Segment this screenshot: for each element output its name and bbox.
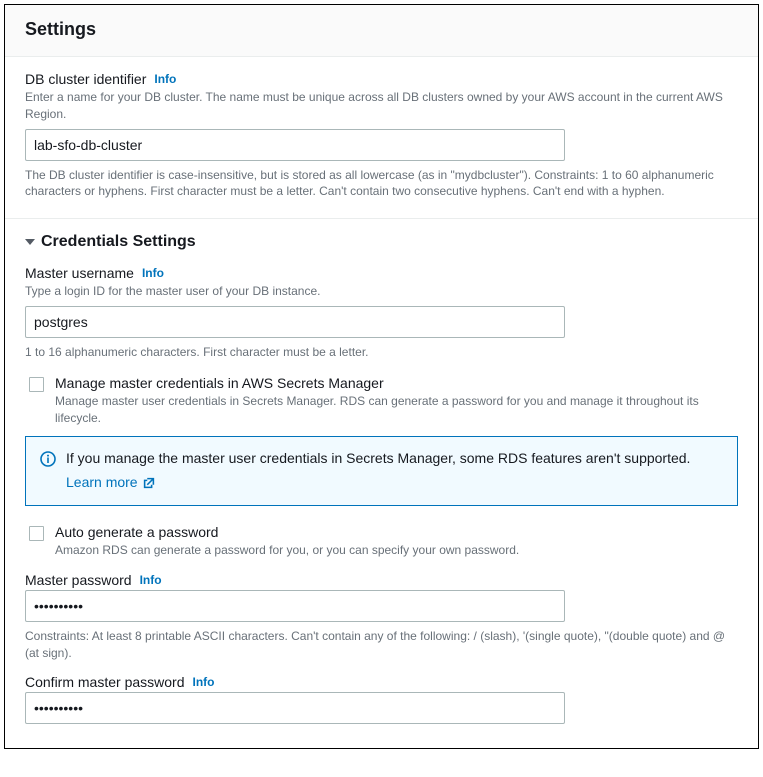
master-password-info-link[interactable]: Info — [140, 573, 162, 587]
auto-generate-password-checkbox[interactable] — [29, 526, 44, 541]
auto-generate-password-block: Auto generate a password Amazon RDS can … — [25, 524, 738, 559]
info-icon — [40, 451, 56, 492]
db-cluster-identifier-description: Enter a name for your DB cluster. The na… — [25, 89, 738, 123]
confirm-password-info-link[interactable]: Info — [193, 675, 215, 689]
master-username-field: Master username Info Type a login ID for… — [25, 265, 738, 361]
master-password-input[interactable] — [25, 590, 565, 622]
db-cluster-identifier-label: DB cluster identifier — [25, 71, 146, 87]
master-username-input[interactable] — [25, 306, 565, 338]
master-username-label: Master username — [25, 265, 134, 281]
external-link-icon — [142, 476, 156, 490]
panel-body: DB cluster identifier Info Enter a name … — [5, 57, 758, 748]
panel-header: Settings — [5, 5, 758, 57]
secrets-manager-checkbox-block: Manage master credentials in AWS Secrets… — [25, 375, 738, 427]
master-password-constraint: Constraints: At least 8 printable ASCII … — [25, 628, 738, 662]
secrets-manager-info-alert: If you manage the master user credential… — [25, 436, 738, 505]
confirm-password-input[interactable] — [25, 692, 565, 724]
secrets-manager-description: Manage master user credentials in Secret… — [55, 393, 738, 427]
learn-more-label: Learn more — [66, 473, 138, 493]
master-username-constraint: 1 to 16 alphanumeric characters. First c… — [25, 344, 738, 361]
auto-generate-password-label: Auto generate a password — [55, 524, 519, 540]
master-password-label: Master password — [25, 572, 132, 588]
learn-more-link[interactable]: Learn more — [66, 473, 156, 493]
confirm-password-label: Confirm master password — [25, 674, 185, 690]
auto-generate-password-description: Amazon RDS can generate a password for y… — [55, 542, 519, 559]
settings-panel: Settings DB cluster identifier Info Ente… — [4, 4, 759, 749]
master-password-field: Master password Info Constraints: At lea… — [25, 572, 738, 662]
credentials-settings-toggle[interactable]: Credentials Settings — [25, 233, 738, 251]
confirm-password-field: Confirm master password Info — [25, 674, 738, 724]
db-cluster-identifier-info-link[interactable]: Info — [154, 72, 176, 86]
info-alert-text: If you manage the master user credential… — [66, 449, 723, 469]
secrets-manager-checkbox[interactable] — [29, 377, 44, 392]
page-title: Settings — [25, 19, 738, 40]
db-cluster-identifier-input[interactable] — [25, 129, 565, 161]
db-cluster-identifier-constraint: The DB cluster identifier is case-insens… — [25, 167, 738, 201]
section-divider — [5, 218, 758, 219]
master-username-description: Type a login ID for the master user of y… — [25, 283, 738, 300]
secrets-manager-label: Manage master credentials in AWS Secrets… — [55, 375, 738, 391]
master-username-info-link[interactable]: Info — [142, 266, 164, 280]
db-cluster-identifier-field: DB cluster identifier Info Enter a name … — [25, 71, 738, 200]
credentials-heading: Credentials Settings — [41, 233, 196, 251]
caret-down-icon — [25, 239, 35, 245]
